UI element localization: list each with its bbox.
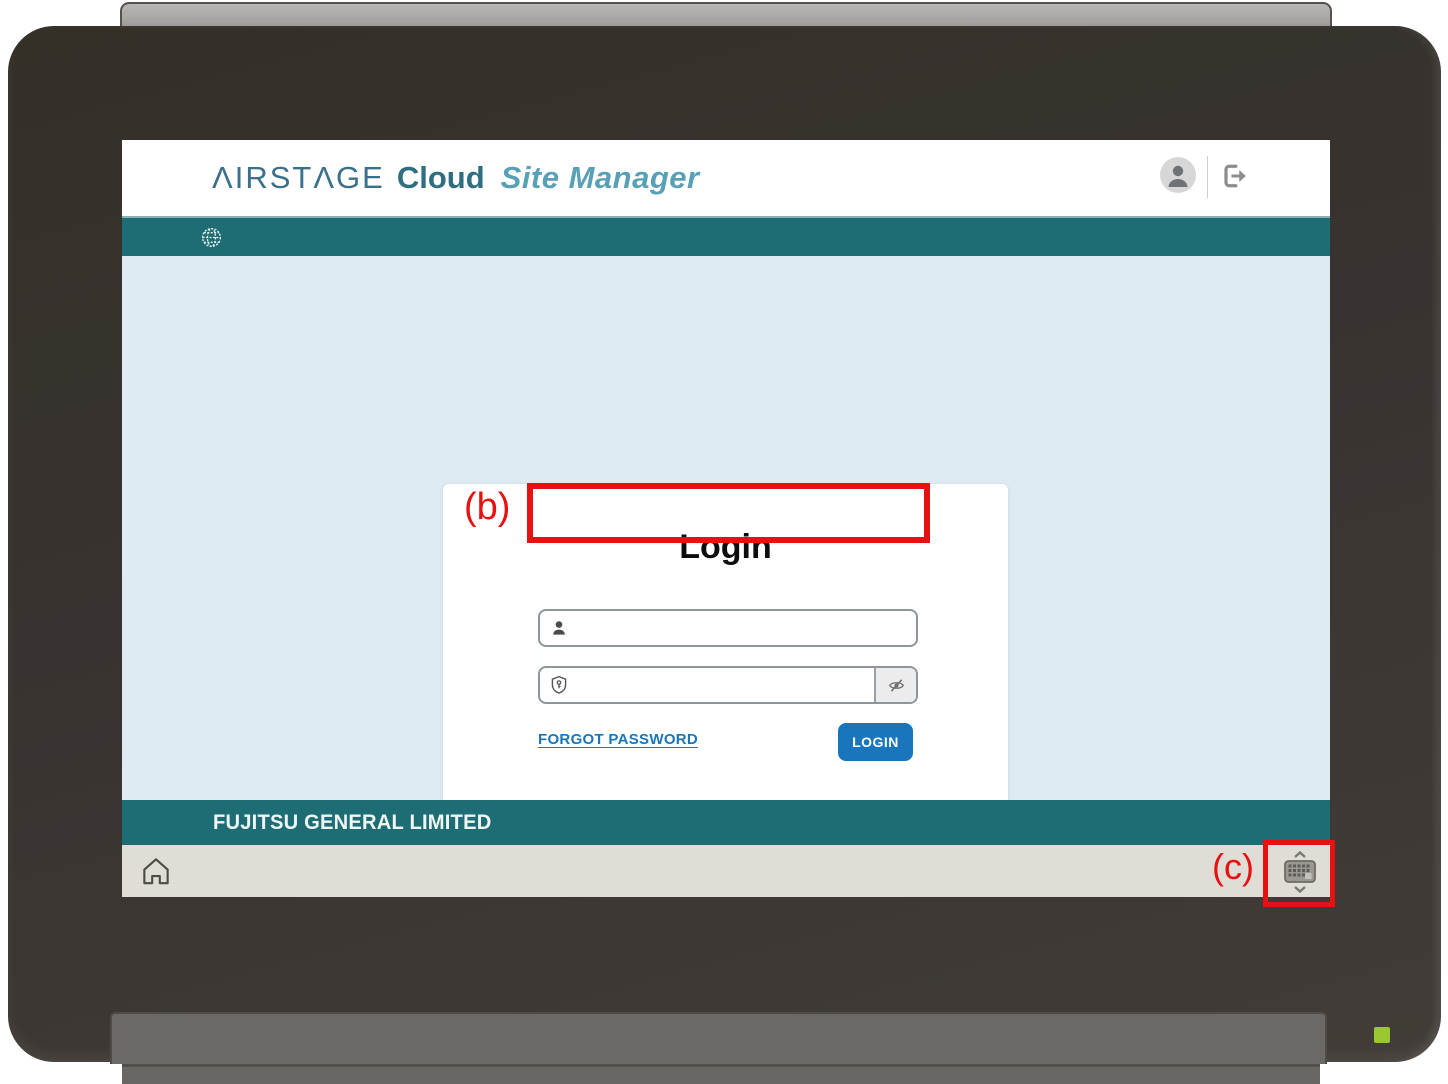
device-stand <box>110 1012 1327 1064</box>
forgot-password-link[interactable]: FORGOT PASSWORD <box>538 731 698 748</box>
annotation-c-box <box>1263 840 1335 907</box>
shield-key-icon <box>540 668 578 702</box>
device-stand-base <box>122 1064 1320 1084</box>
annotation-b-box <box>527 483 930 543</box>
taskbar <box>122 845 1330 897</box>
username-field[interactable] <box>538 609 918 647</box>
app-logo: ΛIRSTΛGE Cloud Site Manager <box>212 140 700 216</box>
footer-bar: FUJITSU GENERAL LIMITED <box>122 800 1330 845</box>
power-led <box>1374 1027 1390 1043</box>
app-header: ΛIRSTΛGE Cloud Site Manager <box>122 140 1330 216</box>
home-icon[interactable] <box>138 853 174 889</box>
password-field[interactable] <box>538 666 918 704</box>
username-input[interactable] <box>578 611 916 645</box>
user-avatar-icon[interactable] <box>1160 157 1196 193</box>
login-button[interactable]: LOGIN <box>838 723 913 761</box>
eye-slash-icon[interactable] <box>874 668 916 702</box>
person-icon <box>540 611 578 645</box>
annotation-c-label: (c) <box>1212 846 1254 887</box>
header-divider <box>1207 156 1208 198</box>
logo-brand: ΛIRSTΛGE <box>212 160 385 195</box>
annotation-b-label: (b) <box>464 486 511 528</box>
touch-panel-device: ΛIRSTΛGE Cloud Site Manager Login FORGOT… <box>0 0 1448 1084</box>
logo-product: Cloud <box>396 160 485 195</box>
company-name: FUJITSU GENERAL LIMITED <box>213 811 492 834</box>
password-input[interactable] <box>578 668 874 702</box>
globe-icon[interactable] <box>201 227 222 248</box>
logout-icon[interactable] <box>1219 161 1249 191</box>
nav-bar <box>122 216 1330 256</box>
logo-suffix: Site Manager <box>500 160 700 195</box>
